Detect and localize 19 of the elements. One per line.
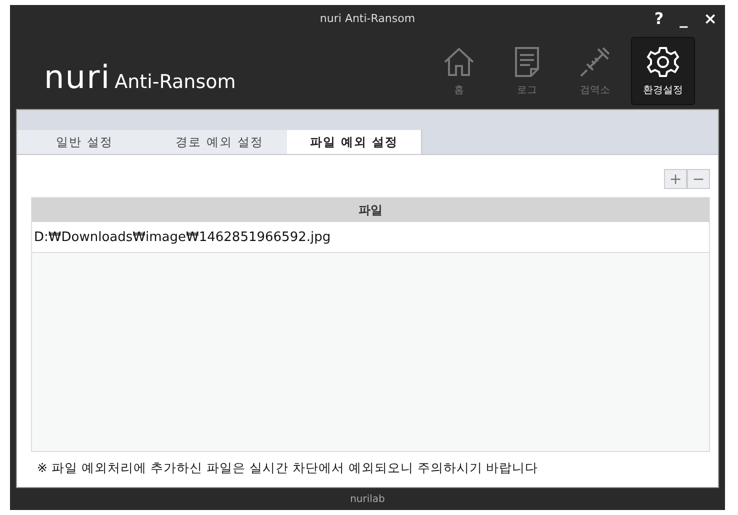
tab[interactable]: 파일 예외 설정 [287, 130, 422, 154]
notice-text: ※ 파일 예외처리에 추가하신 파일은 실시간 차단에서 예외되오니 주의하시기 바랍니다 [37, 460, 540, 477]
minimize-button[interactable]: _ [676, 9, 692, 28]
logo-mark: nuri [44, 61, 111, 93]
window-title: nuri Anti-Ransom [320, 12, 416, 24]
nav-button[interactable]: 환경설정 [631, 37, 695, 105]
settings-icon [646, 45, 680, 79]
close-button[interactable]: × [700, 9, 721, 28]
tab[interactable]: 경로 예외 설정 [152, 130, 287, 154]
remove-button[interactable]: − [687, 169, 710, 189]
syringe-icon [578, 45, 612, 79]
column-header: 파일 [32, 198, 709, 222]
table-cell-text: D:₩Downloads₩image₩1462851966592.jpg [33, 230, 331, 244]
footer-text: nurilab [350, 494, 385, 504]
help-button[interactable]: ? [650, 9, 668, 28]
add-button[interactable]: + [664, 169, 687, 189]
product-name: Anti-Ransom [114, 71, 236, 93]
home-icon [442, 45, 476, 79]
tab[interactable]: 일반 설정 [17, 130, 152, 154]
